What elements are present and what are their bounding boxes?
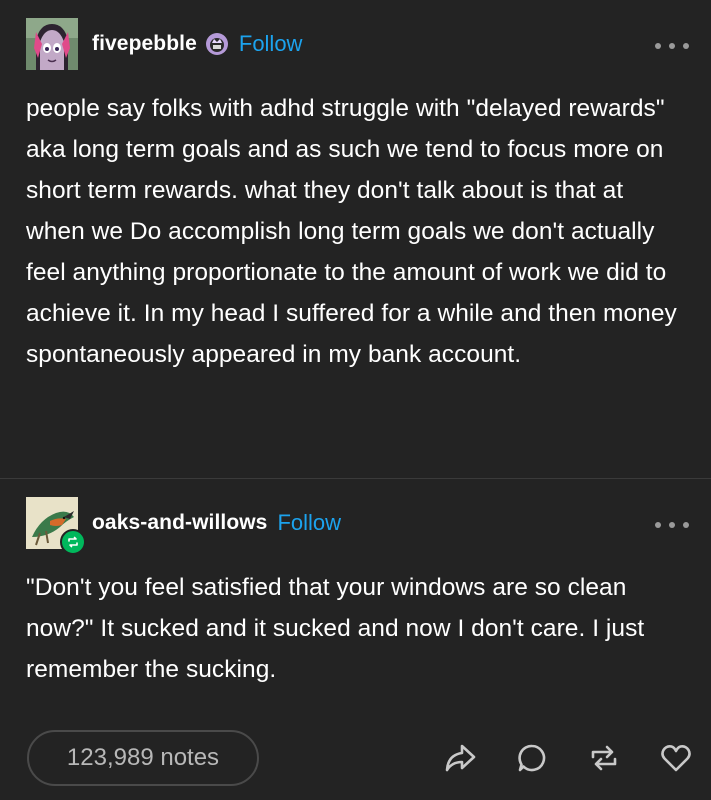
more-options-icon[interactable] bbox=[655, 40, 689, 52]
avatar[interactable] bbox=[26, 18, 78, 70]
share-icon[interactable] bbox=[443, 741, 477, 775]
crowned-badge-icon bbox=[205, 32, 229, 56]
original-post: fivepebble Follow people say folks with … bbox=[0, 0, 711, 478]
follow-button[interactable]: Follow bbox=[277, 510, 341, 536]
post-header: oaks-and-willows Follow bbox=[26, 497, 341, 555]
comment-icon[interactable] bbox=[515, 741, 549, 775]
heart-icon[interactable] bbox=[659, 741, 693, 775]
avatar[interactable] bbox=[26, 497, 86, 555]
username[interactable]: oaks-and-willows bbox=[92, 511, 267, 535]
post-actions bbox=[405, 741, 693, 775]
reblog-post: oaks-and-willows Follow "Don't you feel … bbox=[0, 479, 711, 800]
follow-button[interactable]: Follow bbox=[239, 31, 303, 57]
reblog-badge-icon bbox=[60, 529, 86, 555]
notes-button[interactable]: 123,989 notes bbox=[27, 730, 259, 786]
username[interactable]: fivepebble bbox=[92, 32, 197, 56]
more-options-icon[interactable] bbox=[655, 519, 689, 531]
post-text: "Don't you feel satisfied that your wind… bbox=[26, 574, 645, 683]
post-text: people say folks with adhd struggle with… bbox=[26, 95, 677, 368]
reblog-icon[interactable] bbox=[587, 741, 621, 775]
post-header: fivepebble Follow bbox=[26, 18, 302, 70]
